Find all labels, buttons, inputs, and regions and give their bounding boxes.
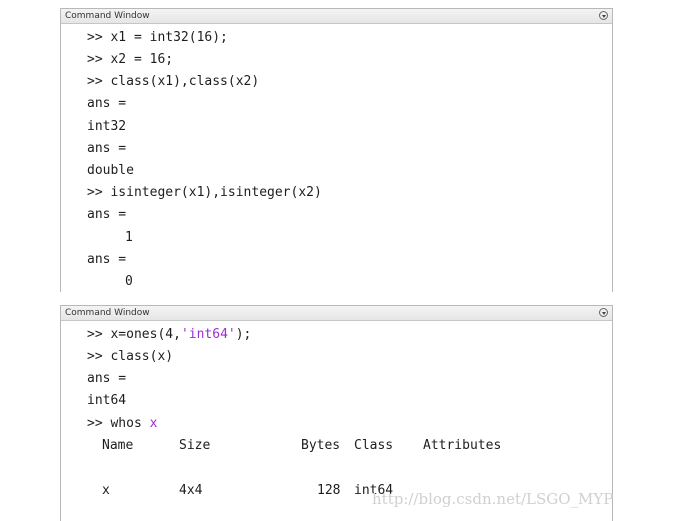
output-line: double — [87, 163, 134, 178]
command-window-1: Command Window >> x1 = int32(16); >> x2 … — [60, 8, 613, 292]
command-window-1-title: Command Window — [65, 11, 150, 21]
dropdown-menu-icon[interactable] — [599, 308, 608, 317]
prompt: >> — [87, 416, 111, 431]
output-line: int64 — [87, 393, 127, 408]
command-window-1-titlebar: Command Window — [61, 9, 612, 24]
prompt: >> — [87, 349, 111, 364]
prompt: >> — [87, 30, 111, 45]
command-text: x2 = 16; — [110, 52, 174, 67]
command-line: >> isinteger(x1),isinteger(x2) — [87, 185, 322, 201]
table-header-attributes: Attributes — [423, 438, 502, 453]
prompt: >> — [87, 52, 111, 67]
output-line: ans = — [87, 252, 127, 267]
output-line: ans = — [87, 96, 127, 111]
command-window-2-title: Command Window — [65, 308, 150, 318]
table-header-name: Name — [102, 438, 134, 453]
output-line: 0 — [125, 274, 133, 289]
output-line: ans = — [87, 371, 127, 386]
table-header-class: Class — [354, 438, 394, 453]
table-header-bytes: Bytes — [301, 438, 341, 453]
dropdown-menu-icon[interactable] — [599, 11, 608, 20]
command-window-2-titlebar: Command Window — [61, 306, 612, 321]
table-cell-bytes: 128 — [317, 483, 341, 498]
prompt: >> — [87, 185, 111, 200]
prompt: >> — [87, 74, 111, 89]
command-window-2: Command Window >> x=ones(4,'int64'); >> … — [60, 305, 613, 521]
prompt: >> — [87, 327, 111, 342]
output-line: ans = — [87, 141, 127, 156]
output-line: 1 — [125, 230, 133, 245]
table-header-size: Size — [179, 438, 211, 453]
command-text: class(x1),class(x2) — [110, 74, 260, 89]
watermark: http://blog.csdn.net/LSGO_MYP — [372, 490, 614, 508]
output-line: int32 — [87, 119, 127, 134]
command-line: >> x=ones(4,'int64'); — [87, 327, 251, 343]
command-text: whos — [110, 416, 150, 431]
command-text: isinteger(x1),isinteger(x2) — [110, 185, 322, 200]
command-line: >> x1 = int32(16); — [87, 30, 228, 46]
output-line: ans = — [87, 207, 127, 222]
command-line: >> class(x1),class(x2) — [87, 74, 259, 90]
table-cell-size: 4x4 — [179, 483, 203, 498]
string-literal: 'int64' — [180, 327, 236, 342]
command-line: >> class(x) — [87, 349, 173, 365]
table-cell-name: x — [102, 483, 110, 498]
command-line: >> whos x — [87, 416, 157, 432]
command-line: >> x2 = 16; — [87, 52, 173, 68]
variable-name: x — [149, 416, 158, 431]
command-text: ); — [235, 327, 252, 342]
command-text: x=ones(4, — [110, 327, 181, 342]
command-text: x1 = int32(16); — [110, 30, 228, 45]
command-text: class(x) — [110, 349, 174, 364]
